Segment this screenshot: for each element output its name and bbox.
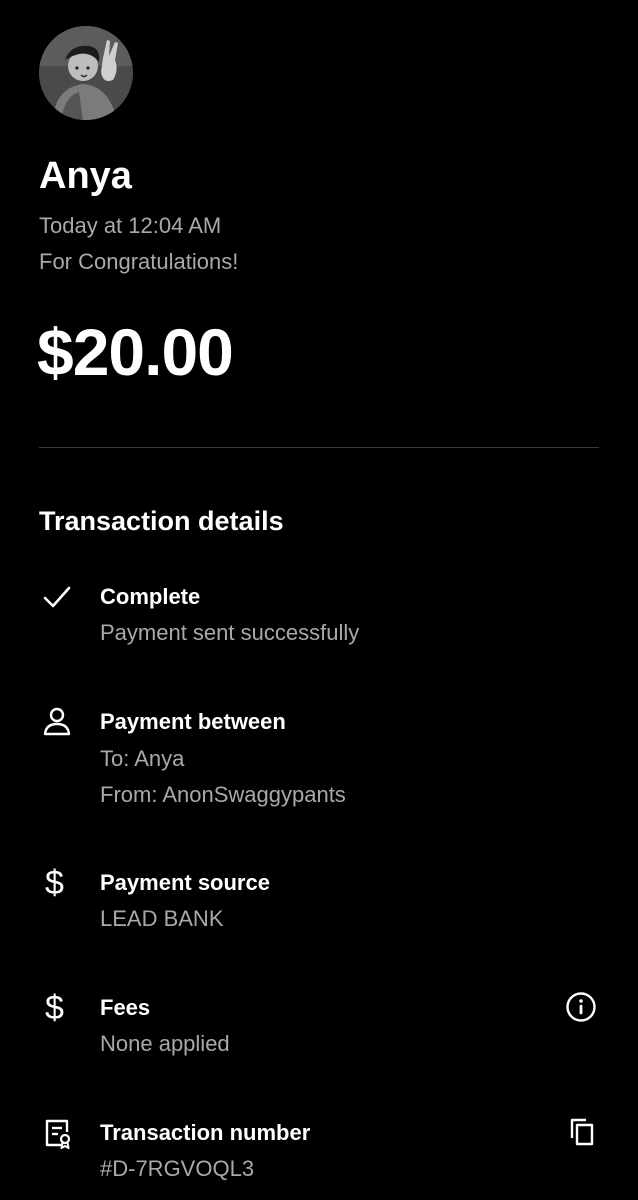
check-icon (39, 580, 75, 616)
profile-photo (39, 26, 133, 120)
payment-between-label: Payment between (100, 709, 286, 734)
status-sub: Payment sent successfully (100, 620, 360, 645)
transaction-number-value: #D-7RGVOQL3 (100, 1156, 255, 1181)
divider (39, 447, 599, 448)
section-title: Transaction details (39, 506, 284, 536)
receipt-icon (39, 1115, 75, 1151)
payment-from: From: AnonSwaggypants (100, 782, 346, 807)
payment-amount: $20.00 (37, 315, 234, 389)
fees-value: None applied (100, 1031, 230, 1056)
recipient-name: Anya (39, 155, 132, 197)
payment-to: To: Anya (100, 746, 185, 771)
info-icon[interactable] (562, 988, 600, 1026)
dollar-icon: $ (45, 989, 64, 1027)
transaction-number-label: Transaction number (100, 1120, 311, 1145)
payment-time: Today at 12:04 AM (39, 213, 222, 238)
payment-source-value: LEAD BANK (100, 906, 224, 931)
person-icon (39, 703, 75, 739)
fees-label: Fees (100, 995, 151, 1020)
copy-icon[interactable] (562, 1113, 600, 1151)
dollar-icon: $ (45, 864, 64, 902)
status-label: Complete (100, 584, 201, 609)
avatar[interactable] (39, 26, 133, 120)
payment-source-label: Payment source (100, 870, 270, 895)
payment-note: For Congratulations! (39, 249, 239, 274)
